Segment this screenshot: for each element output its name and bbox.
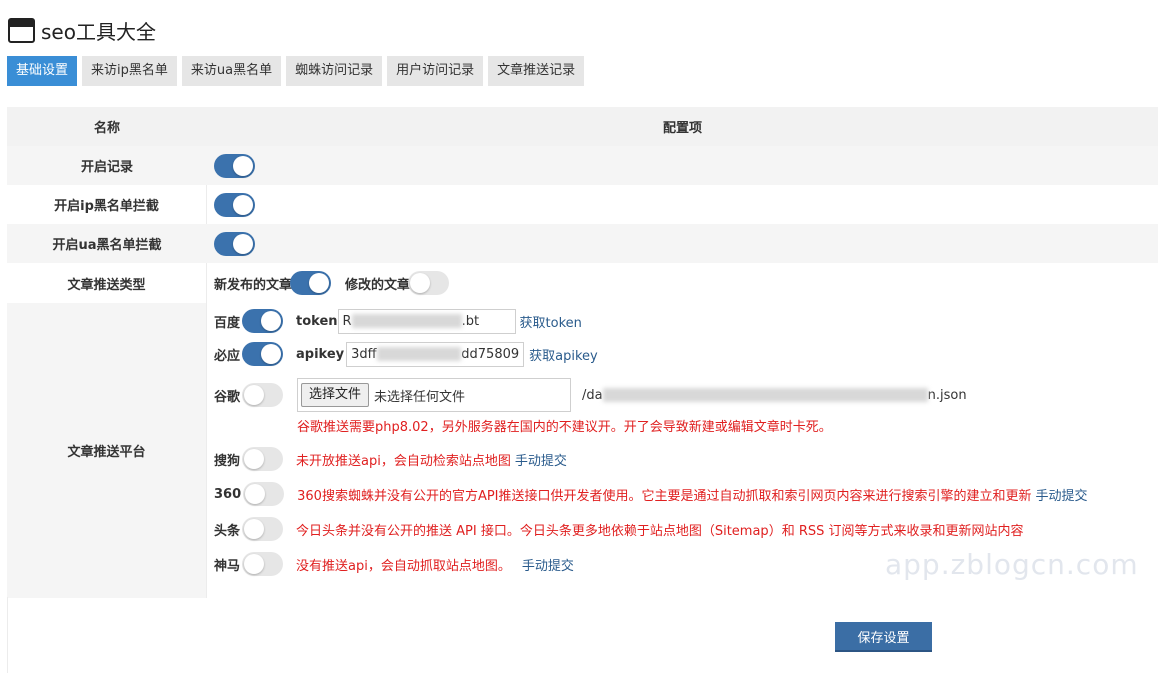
tab-user-log[interactable]: 用户访问记录 [387, 56, 484, 86]
toutiao-toggle[interactable] [242, 517, 284, 541]
new-post-toggle[interactable] [290, 271, 332, 295]
baidu-toggle[interactable] [242, 309, 284, 333]
row-label-push-type: 文章推送类型 [7, 263, 207, 303]
google-file-input[interactable]: 选择文件 未选择任何文件 [297, 378, 571, 412]
table-row: 开启记录 [7, 146, 1158, 185]
google-line: 谷歌 [214, 382, 284, 408]
shenma-label: 神马 [214, 558, 241, 574]
row-label-platform: 文章推送平台 [7, 303, 207, 598]
toutiao-label: 头条 [214, 523, 241, 539]
tab-push-log[interactable]: 文章推送记录 [488, 56, 585, 86]
row-label-enable-log: 开启记录 [80, 160, 133, 175]
so360-toggle[interactable] [243, 482, 285, 506]
table-row-platform: 文章推送平台 百度 token R.bt 获取token 必应 apikey [7, 303, 1158, 598]
google-label: 谷歌 [214, 389, 241, 405]
settings-table: 名称 配置项 开启记录 开启ip黑名单拦截 开启ua黑名单拦截 文章推送类型 新… [7, 107, 1158, 598]
new-post-label: 新发布的文章 [214, 277, 293, 293]
shenma-toggle[interactable] [242, 552, 284, 576]
bing-apikey-input[interactable]: 3dff dd75809 [346, 341, 525, 367]
file-status: 未选择任何文件 [374, 389, 466, 405]
sogou-line: 搜狗 未开放推送api，会自动检索站点地图 手动提交 [214, 446, 567, 472]
baidu-line: 百度 token R .bt 获取token [214, 308, 582, 334]
bing-apikey-label: apikey [296, 346, 345, 362]
shenma-line: 神马 没有推送api，会自动抓取站点地图。 手动提交 [214, 551, 574, 577]
table-header-row: 名称 配置项 [7, 107, 1158, 146]
tab-ua-blacklist[interactable]: 来访ua黑名单 [181, 56, 282, 86]
baidu-label: 百度 [214, 315, 241, 331]
column-header-name: 名称 [93, 121, 120, 136]
shenma-manual-submit-link[interactable]: 手动提交 [522, 555, 574, 574]
tab-bar: 基础设置 来访ip黑名单 来访ua黑名单 蜘蛛访问记录 用户访问记录 文章推送记… [7, 56, 585, 86]
column-header-config: 配置项 [662, 121, 702, 136]
ua-block-toggle[interactable] [214, 231, 255, 256]
baidu-token-input[interactable]: R .bt [337, 308, 516, 334]
bing-line: 必应 apikey 3dff dd75809 获取apikey [214, 341, 598, 367]
toutiao-line: 头条 今日头条并没有公开的推送 API 接口。今日头条更多地依赖于站点地图（Si… [214, 516, 1024, 542]
tab-ip-blacklist[interactable]: 来访ip黑名单 [82, 56, 177, 86]
table-row: 开启ua黑名单拦截 [7, 224, 1158, 263]
window-icon [8, 17, 35, 43]
toutiao-note: 今日头条并没有公开的推送 API 接口。今日头条更多地依赖于站点地图（Sitem… [296, 523, 1024, 539]
sogou-note: 未开放推送api，会自动检索站点地图 [296, 453, 511, 469]
sogou-manual-submit-link[interactable]: 手动提交 [515, 450, 567, 469]
google-path: /da n.json [582, 387, 967, 403]
row-label-ua-block: 开启ua黑名单拦截 [52, 238, 162, 253]
sogou-toggle[interactable] [242, 447, 284, 471]
divider [7, 597, 8, 673]
ip-block-toggle[interactable] [214, 192, 255, 217]
google-toggle[interactable] [242, 383, 284, 407]
page-title: seo工具大全 [41, 19, 156, 44]
so360-note: 360搜索蜘蛛并没有公开的官方API推送接口供开发者使用。它主要是通过自动抓取和… [297, 488, 1032, 504]
so360-manual-submit-link[interactable]: 手动提交 [1036, 485, 1088, 504]
table-row: 开启ip黑名单拦截 [7, 185, 1158, 224]
so360-line: 360 360搜索蜘蛛并没有公开的官方API推送接口供开发者使用。它主要是通过自… [214, 481, 1088, 507]
edit-post-toggle[interactable] [408, 271, 450, 295]
get-token-link[interactable]: 获取token [520, 312, 582, 331]
bing-toggle[interactable] [242, 342, 284, 366]
edit-post-label: 修改的文章 [345, 277, 411, 293]
tab-spider-log[interactable]: 蜘蛛访问记录 [286, 56, 383, 86]
table-row: 文章推送类型 新发布的文章 修改的文章 [7, 263, 1158, 303]
choose-file-button[interactable]: 选择文件 [301, 383, 370, 407]
shenma-note: 没有推送api，会自动抓取站点地图。 [296, 558, 511, 574]
tab-basic-settings[interactable]: 基础设置 [7, 56, 78, 86]
sogou-label: 搜狗 [214, 453, 241, 469]
header: seo工具大全 [8, 16, 156, 44]
enable-log-toggle[interactable] [214, 153, 255, 178]
get-apikey-link[interactable]: 获取apikey [529, 345, 598, 364]
so360-label: 360 [214, 486, 242, 502]
bing-label: 必应 [214, 348, 241, 364]
settings-page: seo工具大全 基础设置 来访ip黑名单 来访ua黑名单 蜘蛛访问记录 用户访问… [0, 0, 1158, 673]
row-label-ip-block: 开启ip黑名单拦截 [7, 185, 207, 224]
baidu-token-label: token [296, 313, 338, 329]
save-button[interactable]: 保存设置 [835, 622, 932, 652]
google-note: 谷歌推送需要php8.02，另外服务器在国内的不建议开。开了会导致新建或编辑文章… [297, 419, 832, 435]
